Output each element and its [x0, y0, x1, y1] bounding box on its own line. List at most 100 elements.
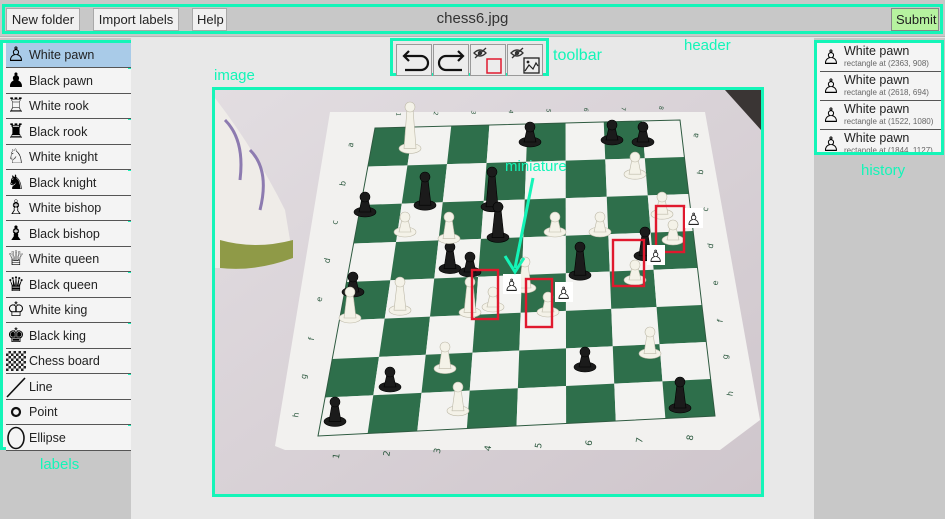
undo-button[interactable] [396, 44, 432, 76]
history-annotation: history [861, 162, 906, 179]
label-item-ellipse[interactable]: Ellipse [6, 425, 131, 451]
white-pawn-icon: ♙ [822, 132, 840, 155]
svg-text:♙: ♙ [556, 284, 571, 304]
label-item-black-knight[interactable]: ♞ Black knight [6, 170, 131, 196]
labels-list: ♙ White pawn ♟ Black pawn ♖ White rook ♜ Black … [0, 40, 131, 451]
history-item-label: White pawn [844, 44, 910, 58]
label-item-text: White pawn [29, 48, 95, 62]
label-item-white-king[interactable]: ♔ White king [6, 298, 131, 323]
label-item-black-queen[interactable]: ♛ Black queen [6, 272, 131, 298]
board-square [466, 388, 518, 429]
board-square [565, 308, 613, 349]
point-icon [6, 400, 26, 424]
header: New folder Import labels Help chess6.jpg… [0, 0, 945, 37]
hide-image-icon [510, 47, 540, 74]
black-pawn-icon: ♟ [7, 69, 25, 92]
board-square [425, 314, 476, 355]
black-knight-icon: ♞ [7, 171, 25, 194]
label-item-text: Black bishop [29, 226, 100, 241]
label-item-text: Chess board [29, 354, 100, 368]
board-square [390, 240, 439, 281]
undo-icon [402, 50, 430, 72]
board-square [469, 350, 520, 391]
label-item-white-pawn[interactable]: ♙ White pawn [6, 43, 131, 68]
board-square [379, 316, 430, 357]
white-pawn-miniature-icon: ♙ [647, 245, 665, 267]
white-pawn-icon: ♙ [822, 74, 840, 98]
svg-text:♙: ♙ [686, 210, 701, 230]
board-square [367, 392, 422, 434]
app-window: New folder Import labels Help chess6.jpg… [0, 0, 945, 519]
label-item-black-bishop[interactable]: ♝ Black bishop [6, 221, 131, 247]
help-button[interactable]: Help [192, 8, 227, 31]
submit-button[interactable]: Submit [891, 8, 939, 31]
history-item-label: White pawn [844, 73, 910, 87]
toolbar-annotation: toolbar [553, 47, 602, 64]
label-item-line[interactable]: Line [6, 374, 131, 400]
white-bishop-icon: ♗ [7, 197, 25, 219]
history-item-detail: rectangle at (1844, 1127) [844, 146, 933, 155]
label-item-text: Point [29, 405, 58, 419]
label-item-black-pawn[interactable]: ♟ Black pawn [6, 68, 131, 94]
label-item-chess-board[interactable]: Chess board [6, 349, 131, 374]
history-item-label: White pawn [844, 131, 910, 145]
label-item-text: White queen [29, 252, 100, 266]
white-pawn-miniature-icon: ♙ [555, 282, 573, 304]
history-item[interactable]: ♙ White pawn rectangle at (1844, 1127) [820, 130, 941, 155]
new-folder-button[interactable]: New folder [6, 8, 80, 31]
board-square [332, 318, 385, 359]
label-item-text: Black knight [29, 175, 97, 190]
import-labels-button[interactable]: Import labels [93, 8, 179, 31]
history-item-detail: rectangle at (2363, 908) [844, 59, 929, 68]
labels-annotation: labels [40, 456, 80, 473]
chess-board-icon [6, 349, 26, 373]
board-square [517, 348, 567, 389]
board-square [614, 381, 666, 421]
white-pawn-miniature-icon: ♙ [503, 274, 521, 296]
label-item-white-bishop[interactable]: ♗ White bishop [6, 196, 131, 221]
hide-boxes-icon [473, 47, 502, 74]
black-rook-icon: ♜ [7, 120, 25, 143]
history-item-label: White pawn [844, 102, 910, 116]
board-square [325, 356, 379, 398]
white-king-icon: ♔ [7, 299, 25, 321]
board-square [644, 157, 689, 196]
toggle-boxes-button[interactable] [470, 44, 506, 76]
board-square [516, 385, 567, 426]
label-item-text: White bishop [29, 201, 102, 215]
image-canvas[interactable]: 1122334455667788aabbccddeeffgghh ♙ ♙ ♙ ♙ mi… [212, 87, 764, 497]
black-queen-icon: ♛ [7, 273, 25, 296]
label-item-text: Ellipse [29, 430, 66, 445]
toolbar [390, 38, 549, 76]
redo-button[interactable] [433, 44, 469, 76]
label-item-text: Line [29, 379, 53, 394]
label-item-text: Black king [29, 328, 86, 343]
black-bishop-icon: ♝ [7, 222, 25, 245]
white-knight-icon: ♘ [7, 146, 25, 168]
history-item[interactable]: ♙ White pawn rectangle at (2363, 908) [820, 43, 941, 72]
label-item-black-king[interactable]: ♚ Black king [6, 323, 131, 349]
board-square [653, 268, 702, 307]
label-item-black-rook[interactable]: ♜ Black rook [6, 119, 131, 145]
black-king-icon: ♚ [7, 324, 25, 347]
label-item-text: Black rook [29, 124, 88, 139]
history-item-detail: rectangle at (2618, 694) [844, 88, 929, 97]
white-rook-icon: ♖ [7, 95, 25, 117]
board-square [662, 379, 715, 419]
miniature-annotation: miniature [505, 158, 567, 175]
header-annotation: header [684, 37, 731, 54]
label-item-white-knight[interactable]: ♘ White knight [6, 145, 131, 170]
history-item[interactable]: ♙ White pawn rectangle at (2618, 694) [820, 72, 941, 101]
white-queen-icon: ♕ [7, 248, 25, 270]
label-item-point[interactable]: Point [6, 400, 131, 425]
toggle-image-button[interactable] [507, 44, 543, 76]
svg-text:♙: ♙ [504, 276, 519, 296]
label-item-white-queen[interactable]: ♕ White queen [6, 247, 131, 272]
history-item[interactable]: ♙ White pawn rectangle at (1522, 1080) [820, 101, 941, 130]
label-item-white-rook[interactable]: ♖ White rook [6, 94, 131, 119]
white-pawn-icon: ♙ [822, 45, 840, 69]
white-pawn-icon: ♙ [822, 103, 840, 127]
board-square [442, 162, 487, 203]
history-list: ♙ White pawn rectangle at (2363, 908) ♙ Whit… [814, 40, 944, 155]
history-item-detail: rectangle at (1522, 1080) [844, 117, 934, 126]
